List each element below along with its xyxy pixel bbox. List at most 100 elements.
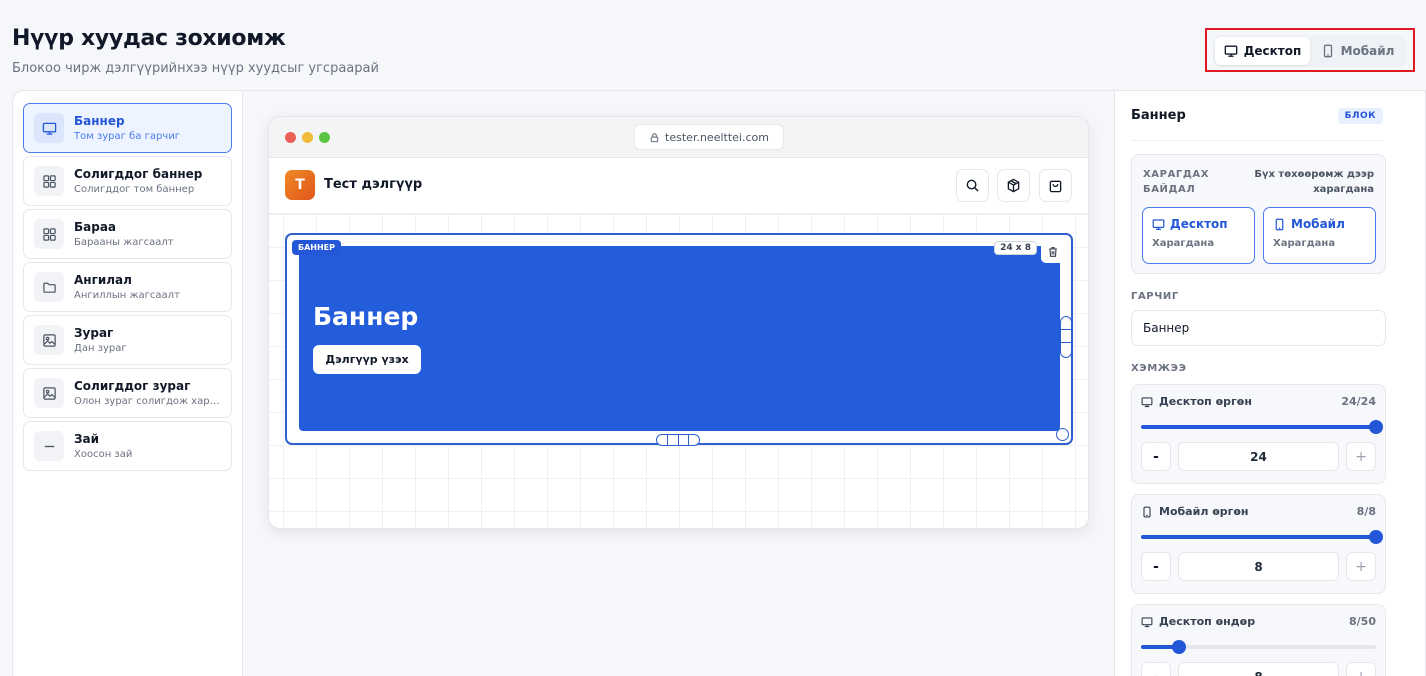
mobile-width-control: Мобайл өргөн 8/8 - 8 + xyxy=(1131,494,1386,594)
search-icon xyxy=(966,179,979,192)
block-desc: Олон зураг солигдож харагдана xyxy=(74,396,224,407)
properties-header: Баннер БЛОК xyxy=(1131,91,1383,141)
block-item-image[interactable]: Зураг Дан зураг xyxy=(23,315,232,365)
preview-canvas: tester.neelttei.com T Тест дэлгүүр Банне… xyxy=(243,91,1114,676)
grid-icon xyxy=(34,219,64,249)
package-icon xyxy=(1007,178,1020,193)
resize-handle-corner[interactable] xyxy=(1056,428,1069,441)
page-subtitle: Блокоо чирж дэлгүүрийнхээ нүүр хуудсыг у… xyxy=(12,61,379,76)
banner-cta-button[interactable]: Дэлгүүр үзэх xyxy=(313,345,421,374)
block-title: Зураг xyxy=(74,326,114,340)
banner-block[interactable]: Баннер Дэлгүүр үзэх БАННЕР 24 x 8 xyxy=(285,233,1073,446)
mobile-width-slider[interactable] xyxy=(1141,530,1383,544)
store-name: Тест дэлгүүр xyxy=(324,177,423,192)
monitor-icon xyxy=(1152,218,1165,230)
desktop-height-control: Десктоп өндөр 8/50 - 8 + xyxy=(1131,604,1386,676)
url-bar: tester.neelttei.com xyxy=(634,124,784,150)
block-title: Баннер xyxy=(74,114,125,128)
title-section-label: ГАРЧИГ xyxy=(1131,291,1179,302)
block-item-categories[interactable]: Ангилал Ангиллын жагсаалт xyxy=(23,262,232,312)
block-size-badge: 24 x 8 xyxy=(994,241,1037,255)
close-dot xyxy=(285,132,296,143)
image-icon xyxy=(34,378,64,408)
title-input[interactable]: Баннер xyxy=(1131,310,1386,346)
decrement-button[interactable]: - xyxy=(1141,552,1171,581)
shopping-bag-icon xyxy=(1049,180,1062,193)
block-title: Бараа xyxy=(74,220,117,234)
mobile-mode-label: Мобайл xyxy=(1340,44,1395,58)
block-item-carousel-image[interactable]: Солигддог зураг Олон зураг солигдож хара… xyxy=(23,368,232,418)
store-header: T Тест дэлгүүр xyxy=(269,158,1088,214)
maximize-dot xyxy=(319,132,330,143)
page-title: Нүүр хуудас зохиомж xyxy=(12,26,286,51)
image-icon xyxy=(34,325,64,355)
block-desc: Хоосон зай xyxy=(74,449,133,460)
increment-button[interactable]: + xyxy=(1346,442,1377,471)
monitor-icon xyxy=(1224,45,1238,57)
phone-icon xyxy=(1143,506,1151,517)
browser-bar: tester.neelttei.com xyxy=(269,117,1088,158)
trash-icon xyxy=(1048,246,1057,257)
visibility-note: Бүх төхөөрөмж дээр харагдана xyxy=(1254,169,1374,195)
properties-panel: Баннер БЛОК ХАРАГДАХ БАЙДАЛ Бүх төхөөрөм… xyxy=(1114,91,1425,676)
desktop-mode-button[interactable]: Десктоп xyxy=(1215,37,1310,65)
increment-button[interactable]: + xyxy=(1346,662,1377,676)
increment-button[interactable]: + xyxy=(1346,552,1377,581)
lock-icon xyxy=(650,132,659,142)
grid-icon xyxy=(34,166,64,196)
block-palette: Баннер Том зураг ба гарчиг Солигддог бан… xyxy=(13,91,243,676)
visibility-option-label: Десктоп xyxy=(1170,217,1228,231)
desktop-height-slider[interactable] xyxy=(1141,640,1376,654)
store-cart-button[interactable] xyxy=(1039,169,1072,202)
minus-icon xyxy=(34,431,64,461)
url-text: tester.neelttei.com xyxy=(665,130,769,144)
page-header: Нүүр хуудас зохиомж Блокоо чирж дэлгүүри… xyxy=(12,26,379,76)
size-value-text: 8/8 xyxy=(1356,505,1376,518)
banner-heading: Баннер xyxy=(313,302,419,331)
block-desc: Солигддог том баннер xyxy=(74,184,195,195)
editor-workspace: Баннер Том зураг ба гарчиг Солигддог бан… xyxy=(12,90,1426,676)
block-desc: Том зураг ба гарчиг xyxy=(74,131,180,142)
block-type-tag: БАННЕР xyxy=(292,240,342,255)
resize-handle-bottom[interactable] xyxy=(656,434,700,446)
decrement-button[interactable]: - xyxy=(1141,442,1171,471)
block-title: Солигддог зураг xyxy=(74,379,191,393)
block-title: Зай xyxy=(74,432,100,446)
mobile-mode-button[interactable]: Мобайл xyxy=(1310,37,1405,65)
banner-content: Баннер Дэлгүүр үзэх xyxy=(299,246,1060,431)
monitor-icon xyxy=(1141,396,1153,407)
minimize-dot xyxy=(302,132,313,143)
visibility-desktop-toggle[interactable]: Десктоп Харагдана xyxy=(1142,207,1255,264)
block-item-banner[interactable]: Баннер Том зураг ба гарчиг xyxy=(23,103,232,153)
desktop-width-input[interactable]: 24 xyxy=(1177,442,1340,471)
block-item-carousel-banner[interactable]: Солигддог баннер Солигддог том баннер xyxy=(23,156,232,206)
mobile-width-input[interactable]: 8 xyxy=(1177,552,1340,581)
folder-icon xyxy=(34,272,64,302)
delete-block-button[interactable] xyxy=(1041,240,1064,263)
phone-icon xyxy=(1275,218,1284,230)
desktop-width-control: Десктоп өргөн 24/24 - 24 + xyxy=(1131,384,1386,484)
desktop-width-slider[interactable] xyxy=(1141,420,1383,434)
block-desc: Ангиллын жагсаалт xyxy=(74,290,180,301)
store-search-button[interactable] xyxy=(956,169,989,202)
visibility-mobile-toggle[interactable]: Мобайл Харагдана xyxy=(1263,207,1376,264)
size-label: Десктоп өргөн xyxy=(1159,395,1252,408)
desktop-height-input[interactable]: 8 xyxy=(1177,662,1340,676)
block-badge: БЛОК xyxy=(1337,107,1383,124)
store-package-button[interactable] xyxy=(997,169,1030,202)
size-value-text: 24/24 xyxy=(1341,395,1376,408)
decrement-button[interactable]: - xyxy=(1141,662,1171,676)
visibility-card: ХАРАГДАХ БАЙДАЛ Бүх төхөөрөмж дээр хараг… xyxy=(1131,154,1386,274)
block-item-spacer[interactable]: Зай Хоосон зай xyxy=(23,421,232,471)
resize-handle-right[interactable] xyxy=(1060,316,1072,358)
size-value-text: 8/50 xyxy=(1349,615,1376,628)
size-label: Мобайл өргөн xyxy=(1159,505,1249,518)
block-title: Солигддог баннер xyxy=(74,167,203,181)
phone-icon xyxy=(1323,44,1332,58)
desktop-mode-label: Десктоп xyxy=(1243,44,1302,58)
block-item-products[interactable]: Бараа Барааны жагсаалт xyxy=(23,209,232,259)
block-desc: Барааны жагсаалт xyxy=(74,237,174,248)
size-section-label: ХЭМЖЭЭ xyxy=(1131,363,1187,374)
block-desc: Дан зураг xyxy=(74,343,127,354)
size-label: Десктоп өндөр xyxy=(1159,615,1256,628)
